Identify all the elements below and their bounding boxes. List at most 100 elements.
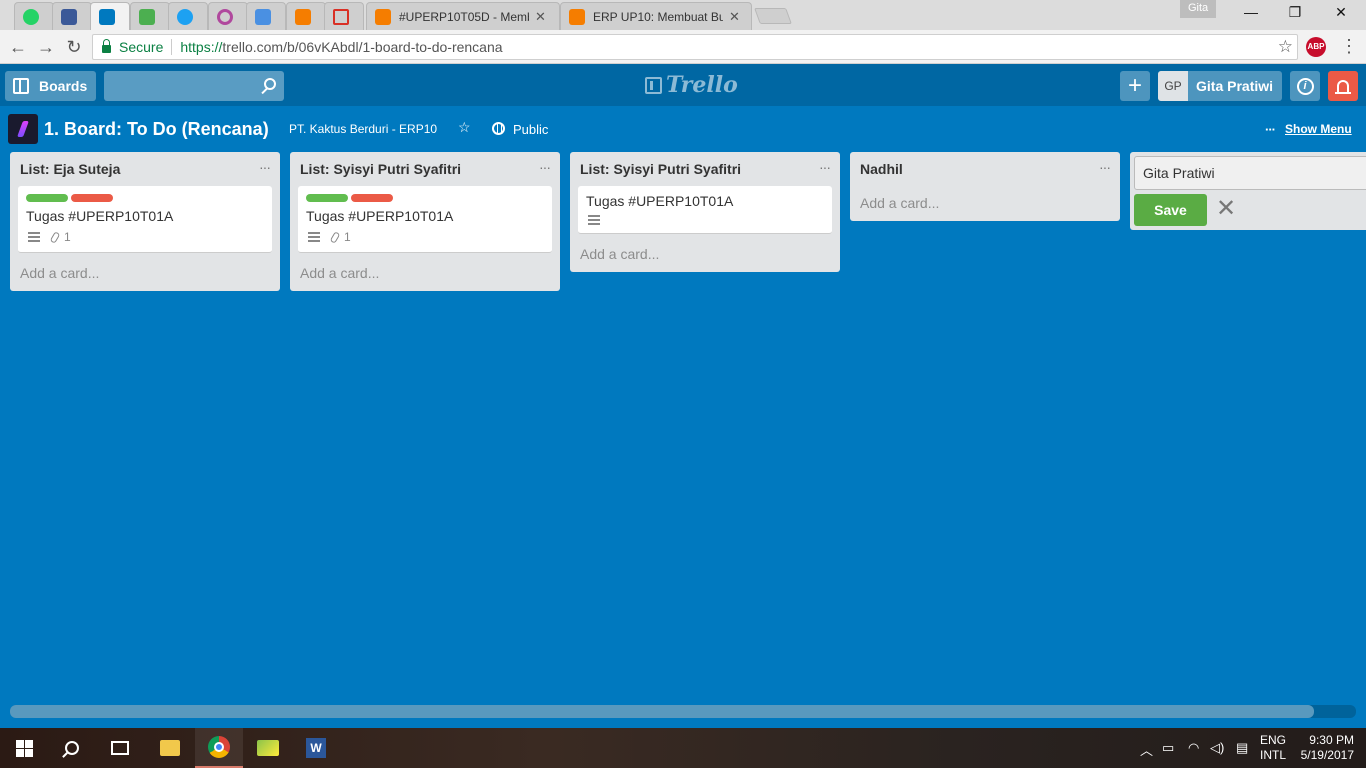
tab-circle[interactable]	[208, 2, 248, 30]
folder-icon	[160, 740, 180, 756]
restore-button[interactable]: ❐	[1280, 4, 1310, 24]
globe-icon	[492, 122, 505, 135]
minimize-button[interactable]: —	[1236, 4, 1266, 24]
list-name-input[interactable]	[1134, 156, 1366, 190]
save-button[interactable]: Save	[1134, 194, 1207, 226]
add-card-link[interactable]: Add a card...	[10, 253, 280, 291]
close-tab-icon[interactable]: ✕	[729, 9, 740, 25]
visibility-button[interactable]: Public	[513, 122, 548, 137]
card-title: Tugas #UPERP10T01A	[586, 193, 734, 209]
volume-icon[interactable]: ◁)	[1210, 740, 1224, 756]
chrome-taskbar-button[interactable]	[195, 728, 243, 768]
list-title[interactable]: List: Syisyi Putri Syafitri	[300, 161, 461, 177]
secure-label: Secure	[119, 39, 164, 55]
tab-layers[interactable]	[246, 2, 286, 30]
tab-trello[interactable]	[90, 2, 130, 30]
show-menu-link[interactable]: Show Menu	[1285, 122, 1352, 136]
blogger-icon	[295, 8, 311, 25]
team-name[interactable]: PT. Kaktus Berduri - ERP10	[289, 122, 437, 136]
scrollbar-thumb[interactable]	[10, 705, 1314, 718]
task-view-button[interactable]	[96, 728, 144, 768]
divider	[171, 39, 173, 55]
card-badges: 1	[18, 224, 272, 252]
wifi-icon[interactable]: ◠	[1188, 740, 1199, 756]
tab-maps[interactable]	[130, 2, 170, 30]
boards-label: Boards	[39, 78, 88, 94]
new-tab-button[interactable]	[754, 8, 792, 24]
trello-icon	[99, 8, 115, 25]
list-title[interactable]: Nadhil	[860, 161, 903, 177]
list: Nadhil ··· Add a card...	[850, 152, 1120, 221]
system-clock[interactable]: 9:30 PM 5/19/2017	[1298, 733, 1354, 763]
list-title[interactable]: List: Eja Suteja	[20, 161, 120, 177]
tab-blogger[interactable]	[286, 2, 326, 30]
boards-icon	[13, 78, 29, 94]
forward-button[interactable]: →	[34, 35, 58, 59]
close-window-button[interactable]: ✕	[1326, 4, 1356, 24]
file-explorer-button[interactable]	[146, 728, 194, 768]
list-menu-icon[interactable]: ···	[819, 159, 831, 175]
back-button[interactable]: ←	[6, 35, 30, 59]
profile-badge[interactable]: Gita	[1180, 0, 1217, 18]
chrome-menu-icon[interactable]: ⋮	[1340, 36, 1358, 57]
add-card-link[interactable]: Add a card...	[850, 186, 1120, 221]
card[interactable]: Tugas #UPERP10T01A	[578, 186, 832, 234]
member-menu-button[interactable]: GP Gita Pratiwi	[1158, 71, 1282, 101]
card-title: Tugas #UPERP10T01A	[306, 208, 454, 224]
start-button[interactable]	[0, 728, 48, 768]
circle-icon	[217, 8, 233, 25]
info-button[interactable]: i	[1290, 71, 1320, 101]
maps-taskbar-button[interactable]	[244, 728, 292, 768]
more-dots-icon: ···	[1265, 122, 1276, 137]
whatsapp-icon	[23, 8, 39, 25]
gmail-icon	[333, 8, 349, 25]
notifications-button[interactable]	[1328, 71, 1358, 101]
add-card-link[interactable]: Add a card...	[570, 234, 840, 272]
tab-uperp10t05d[interactable]: #UPERP10T05D - Membu ✕	[366, 2, 560, 30]
reload-button[interactable]: ↻	[62, 35, 86, 59]
team-logo-icon[interactable]	[8, 114, 38, 144]
browser-toolbar: ← → ↻ Secure https:// trello.com/b/06vKA…	[0, 30, 1366, 64]
list-menu-icon[interactable]: ···	[259, 159, 271, 175]
card[interactable]: Tugas #UPERP10T01A 1	[18, 186, 272, 253]
list-header: Nadhil ···	[850, 152, 1120, 186]
list-title[interactable]: List: Syisyi Putri Syafitri	[580, 161, 741, 177]
card[interactable]: Tugas #UPERP10T01A 1	[298, 186, 552, 253]
address-bar[interactable]: Secure https:// trello.com/b/06vKAbdl/1-…	[92, 34, 1298, 60]
close-tab-icon[interactable]: ✕	[535, 9, 546, 25]
card-badges: 1	[298, 224, 552, 252]
star-board-icon[interactable]: ☆	[458, 119, 471, 136]
attachment-icon	[329, 230, 341, 244]
battery-icon[interactable]: ▭	[1162, 740, 1174, 756]
search-input[interactable]	[104, 71, 284, 101]
add-button[interactable]: +	[1120, 71, 1150, 101]
tab-title: #UPERP10T05D - Membu	[399, 9, 529, 24]
action-center-icon[interactable]: ▤	[1236, 740, 1248, 756]
board-title[interactable]: 1. Board: To Do (Rencana)	[44, 119, 269, 140]
word-taskbar-button[interactable]: W	[292, 728, 340, 768]
search-button[interactable]	[48, 728, 96, 768]
list-header: List: Syisyi Putri Syafitri ···	[570, 152, 840, 186]
adblock-extension-icon[interactable]: ABP	[1306, 37, 1326, 57]
tab-gmail[interactable]	[324, 2, 364, 30]
show-hidden-icons[interactable]: ︿	[1140, 740, 1153, 759]
bell-icon	[1335, 80, 1351, 94]
tab-whatsapp[interactable]	[14, 2, 54, 30]
logo-text: Trello	[666, 72, 738, 98]
tab-facebook[interactable]	[52, 2, 92, 30]
list-menu-icon[interactable]: ···	[1099, 159, 1111, 175]
language-indicator[interactable]: ENG INTL	[1260, 733, 1286, 763]
add-card-link[interactable]: Add a card...	[290, 253, 560, 291]
chrome-icon	[208, 736, 230, 758]
horizontal-scrollbar[interactable]	[10, 705, 1356, 718]
list-menu-icon[interactable]: ···	[539, 159, 551, 175]
bookmark-star-icon[interactable]: ☆	[1278, 37, 1293, 57]
search-icon[interactable]	[264, 78, 276, 90]
boards-button[interactable]: Boards	[5, 71, 96, 101]
tab-erp-up10[interactable]: ERP UP10: Membuat Bus ✕	[560, 2, 752, 30]
tab-twitter[interactable]	[168, 2, 208, 30]
board-header: 1. Board: To Do (Rencana) PT. Kaktus Ber…	[0, 106, 1366, 150]
close-icon[interactable]: ✕	[1216, 196, 1236, 222]
trello-logo[interactable]: Trello	[645, 72, 738, 98]
list: List: Syisyi Putri Syafitri ··· Tugas #U…	[290, 152, 560, 291]
